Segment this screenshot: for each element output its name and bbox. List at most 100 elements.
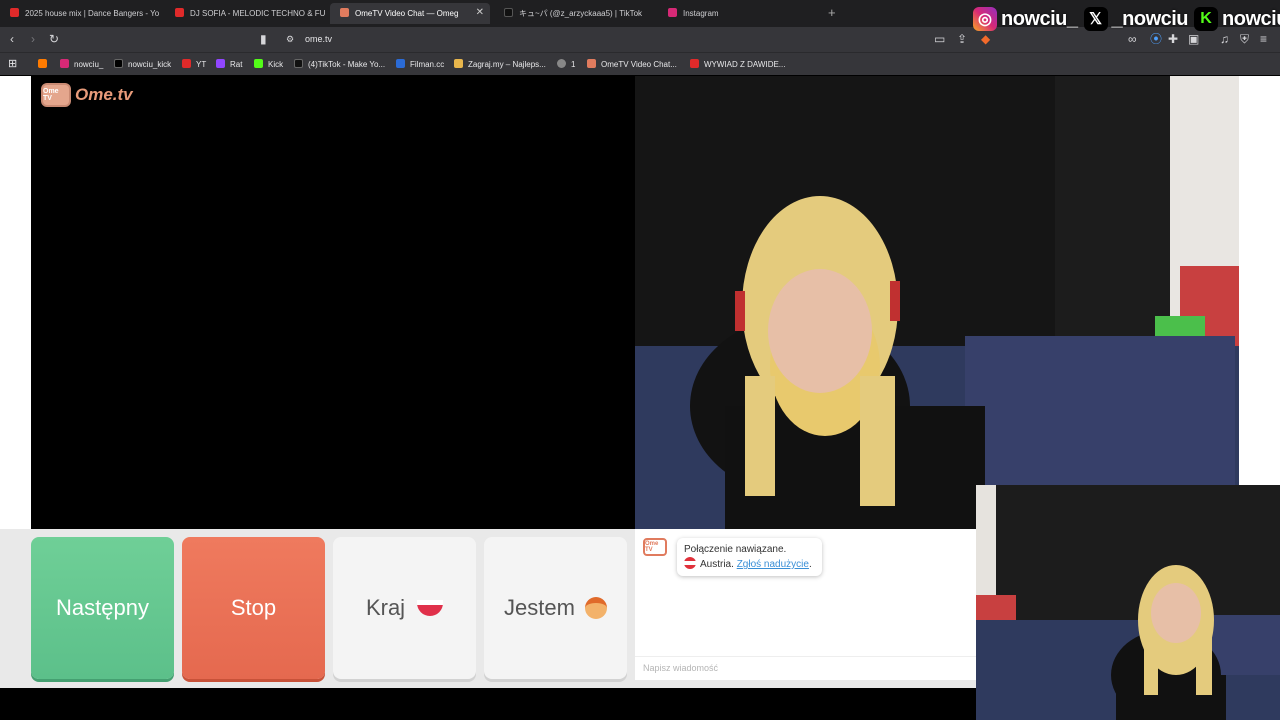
instagram-icon: ◎ <box>973 7 997 31</box>
sync-icon[interactable]: ⦿ <box>1150 33 1162 45</box>
bookmark-label: nowciu_ <box>74 60 104 69</box>
tab-title: 2025 house mix | Dance Bangers - Yo <box>25 9 160 18</box>
self-camera-frame <box>976 485 1280 720</box>
kick-icon: K <box>1194 7 1219 31</box>
tiktok-icon <box>504 8 513 17</box>
bookmark-yt[interactable]: YT <box>182 59 206 69</box>
bookmark-kick[interactable]: Kick <box>254 59 283 69</box>
share-icon[interactable]: ⇪ <box>957 33 967 45</box>
bookmark-x[interactable]: nowciu_kick <box>114 59 171 69</box>
youtube-icon <box>690 59 699 68</box>
extensions-puzzle-icon[interactable]: ✚ <box>1168 33 1178 45</box>
tab-title: Instagram <box>683 9 719 18</box>
country-name: Austria. <box>700 559 734 570</box>
bookmark-wywiad[interactable]: WYWIAD Z DAWIDE... <box>690 59 785 69</box>
bookmark-icon[interactable]: ▮ <box>260 33 267 45</box>
next-button[interactable]: Następny <box>31 537 174 679</box>
tab-title: OmeTV Video Chat — Omeg <box>355 9 459 18</box>
bookmark-label: OmeTV Video Chat... <box>601 60 677 69</box>
gender-button[interactable]: Jestem <box>484 537 627 679</box>
self-camera-overlay <box>976 485 1280 720</box>
austria-flag-icon <box>684 557 696 569</box>
bookmark-label: Rat <box>230 60 243 69</box>
message-input[interactable]: Napisz wiadomość <box>635 656 976 680</box>
tab-ometv[interactable]: OmeTV Video Chat — Omeg ✕ <box>330 3 490 24</box>
back-icon[interactable]: ‹ <box>10 33 14 45</box>
new-tab-button[interactable]: + <box>828 5 836 20</box>
media-icon[interactable]: ♫ <box>1220 33 1229 45</box>
report-abuse-link[interactable]: Zgłoś nadużycie <box>737 559 809 570</box>
bookmark-label: Zagraj.my – Najleps... <box>468 60 546 69</box>
bookmark-label: 1 <box>571 60 576 69</box>
kick-icon <box>254 59 263 68</box>
bookmark-filman[interactable]: Filman.cc <box>396 59 444 69</box>
ometv-tv-icon: Ome TV <box>41 83 71 107</box>
instagram-icon <box>60 59 69 68</box>
period: . <box>808 559 812 570</box>
x-icon <box>114 59 123 68</box>
system-message: Połączenie nawiązane. Austria. Zgłoś nad… <box>677 538 822 576</box>
ometv-chat-icon: Ome TV <box>643 538 667 556</box>
ometv-logo-text: Ome.tv <box>75 85 133 104</box>
bookmark-rss[interactable] <box>38 59 52 69</box>
youtube-icon <box>182 59 191 68</box>
globe-icon <box>557 59 566 68</box>
x-icon: 𝕏 <box>1083 7 1108 31</box>
sidebar-icon[interactable]: ▣ <box>1188 33 1199 45</box>
rss-icon <box>38 59 47 68</box>
bookmarks-bar: ⊞ nowciu_ nowciu_kick YT Rat Kick (4)Tik… <box>0 52 1280 75</box>
reload-icon[interactable]: ↻ <box>49 33 59 45</box>
cast-icon[interactable]: ▭ <box>934 33 945 45</box>
boy-avatar-icon <box>584 597 607 619</box>
tab-tiktok[interactable]: キュ~パ (@z_arzyckaaa5) | TikTok <box>494 3 654 24</box>
stranger-video-empty <box>31 76 635 529</box>
tab-youtube-dj-sofia[interactable]: DJ SOFIA - MELODIC TECHNO & FU <box>165 3 325 24</box>
bookmark-label: Filman.cc <box>410 60 445 69</box>
connection-status: Połączenie nawiązane. <box>684 544 787 555</box>
brave-shield-icon[interactable]: ◆ <box>981 33 990 45</box>
ometv-icon <box>587 59 596 68</box>
tiktok-icon <box>294 59 303 68</box>
bookmark-rat[interactable]: Rat <box>216 59 242 69</box>
youtube-icon <box>10 8 19 17</box>
extension-icon[interactable]: ∞ <box>1128 33 1137 45</box>
stop-button[interactable]: Stop <box>182 537 325 679</box>
stream-social-overlay: ◎ nowciu_ 𝕏 _nowciu K nowciu <box>973 6 1280 32</box>
x-handle: _nowciu <box>1111 7 1189 30</box>
poland-flag-icon <box>417 600 444 616</box>
country-button[interactable]: Kraj <box>333 537 476 679</box>
ometv-logo[interactable]: Ome TV Ome.tv <box>41 83 133 107</box>
twitch-icon <box>216 59 225 68</box>
bookmark-label: nowciu_kick <box>128 60 172 69</box>
close-tab-icon[interactable]: ✕ <box>476 7 484 18</box>
bookmark-label: WYWIAD Z DAWIDE... <box>704 60 786 69</box>
site-info-icon[interactable]: ⚙ <box>286 33 294 45</box>
stranger-country: Austria. Zgłoś nadużycie. <box>684 557 815 572</box>
apps-icon[interactable]: ⊞ <box>8 57 17 70</box>
bookmark-label: (4)TikTok - Make Yo... <box>308 60 386 69</box>
bookmark-instagram[interactable]: nowciu_ <box>60 59 103 69</box>
remote-video <box>635 76 1239 529</box>
ometv-icon <box>340 8 349 17</box>
tab-youtube-house-mix[interactable]: 2025 house mix | Dance Bangers - Yo <box>0 3 160 24</box>
bookmark-ometv[interactable]: OmeTV Video Chat... <box>587 59 677 69</box>
tab-instagram[interactable]: Instagram <box>658 3 818 24</box>
menu-icon[interactable]: ≡ <box>1260 33 1267 45</box>
bookmark-label: Kick <box>268 60 284 69</box>
instagram-handle: nowciu_ <box>1001 7 1078 30</box>
youtube-icon <box>175 8 184 17</box>
forward-icon[interactable]: › <box>31 33 35 45</box>
bookmark-1[interactable]: 1 <box>557 59 575 69</box>
zagraj-icon <box>454 59 463 68</box>
remote-video-frame <box>635 76 1239 529</box>
address-bar[interactable]: ome.tv <box>305 34 332 44</box>
gender-label: Jestem <box>504 595 575 620</box>
vpn-icon[interactable]: ⛨ <box>1240 33 1249 45</box>
bookmark-label: YT <box>196 60 207 69</box>
bookmark-tiktok[interactable]: (4)TikTok - Make Yo... <box>294 59 385 69</box>
kick-handle: nowciu <box>1222 7 1280 30</box>
taskbar-area <box>0 688 976 720</box>
country-label: Kraj <box>365 595 406 620</box>
bookmark-zagraj[interactable]: Zagraj.my – Najleps... <box>454 59 546 69</box>
instagram-icon <box>668 8 677 17</box>
